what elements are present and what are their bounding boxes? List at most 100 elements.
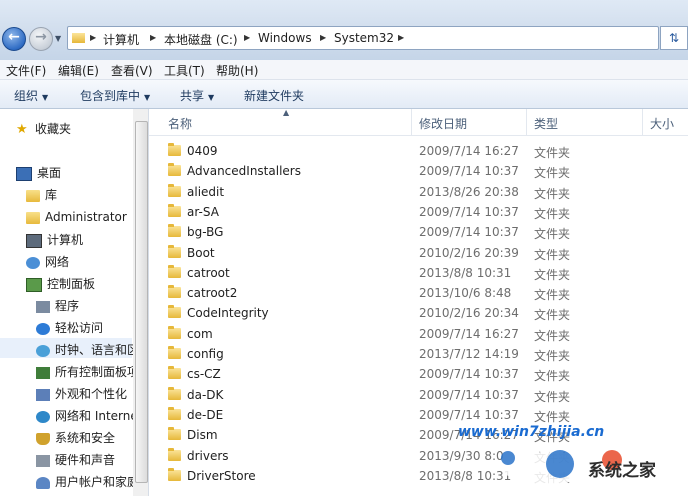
nav-hardware[interactable]: 硬件和声音 xyxy=(36,450,115,470)
nav-libraries[interactable]: 库 xyxy=(26,185,57,205)
share-button[interactable]: 共享 ▼ xyxy=(180,87,214,104)
column-divider[interactable] xyxy=(642,109,643,135)
nav-desktop[interactable]: 桌面 xyxy=(16,163,61,183)
breadcrumb-separator-icon[interactable]: ▶ xyxy=(398,33,404,42)
nav-user-accounts-label: 用户帐户和家庭 xyxy=(55,475,140,489)
folder-icon xyxy=(168,143,181,156)
include-label: 包含到库中 xyxy=(80,89,141,103)
column-date[interactable]: 修改日期 xyxy=(419,115,467,132)
nav-ease-access[interactable]: 轻松访问 xyxy=(36,318,103,338)
file-row[interactable]: de-DE 2009/7/14 10:37 文件夹 xyxy=(149,405,688,425)
file-name: config xyxy=(187,347,224,361)
nav-libraries-label: 库 xyxy=(45,188,58,202)
file-row[interactable]: 0409 2009/7/14 16:27 文件夹 xyxy=(149,141,688,161)
back-button[interactable]: ← xyxy=(2,27,26,51)
file-row[interactable]: config 2013/7/12 14:19 文件夹 xyxy=(149,344,688,364)
command-bar: 组织 ▼ 包含到库中 ▼ 共享 ▼ 新建文件夹 xyxy=(0,80,688,109)
recent-pages-dropdown-icon[interactable]: ▼ xyxy=(55,34,61,43)
column-type[interactable]: 类型 xyxy=(534,115,558,132)
file-modified-date: 2013/8/8 10:31 xyxy=(419,468,512,483)
menu-view[interactable]: 查看(V) xyxy=(111,62,153,79)
file-row[interactable]: cs-CZ 2009/7/14 10:37 文件夹 xyxy=(149,364,688,384)
file-row[interactable]: catroot2 2013/10/6 8:48 文件夹 xyxy=(149,283,688,303)
all-items-icon xyxy=(36,366,50,379)
menu-tools[interactable]: 工具(T) xyxy=(164,62,205,79)
breadcrumb-separator-icon[interactable]: ▶ xyxy=(90,33,96,42)
breadcrumb-system32[interactable]: System32 xyxy=(334,31,394,45)
file-modified-date: 2013/9/30 8:0 xyxy=(419,448,504,463)
file-name: de-DE xyxy=(187,407,224,422)
nav-appearance[interactable]: 外观和个性化 xyxy=(36,384,127,404)
nav-computer[interactable]: 计算机 xyxy=(26,230,83,250)
breadcrumb-local-disk[interactable]: 本地磁盘 (C:) xyxy=(164,31,238,48)
file-name: cs-CZ xyxy=(187,367,221,382)
nav-programs[interactable]: 程序 xyxy=(36,296,79,316)
nav-scrollbar-thumb[interactable] xyxy=(135,121,148,483)
column-divider[interactable] xyxy=(411,109,412,135)
file-row[interactable]: Boot 2010/2/16 20:39 文件夹 xyxy=(149,243,688,263)
nav-programs-label: 程序 xyxy=(55,299,80,313)
column-divider[interactable] xyxy=(526,109,527,135)
nav-security[interactable]: 系统和安全 xyxy=(36,428,115,448)
nav-user-accounts[interactable]: 用户帐户和家庭 xyxy=(36,472,139,492)
nav-administrator-label: Administrator xyxy=(45,210,127,224)
include-in-library-button[interactable]: 包含到库中 ▼ xyxy=(80,87,150,104)
menu-file[interactable]: 文件(F) xyxy=(6,62,46,79)
nav-scrollbar[interactable] xyxy=(133,109,148,496)
file-modified-date: 2009/7/14 10:37 xyxy=(419,204,519,219)
nav-hardware-label: 硬件和声音 xyxy=(55,453,116,467)
file-modified-date: 2013/7/12 14:19 xyxy=(419,347,519,361)
organize-button[interactable]: 组织 ▼ xyxy=(14,87,48,104)
file-row[interactable]: bg-BG 2009/7/14 10:37 文件夹 xyxy=(149,222,688,242)
file-type: 文件夹 xyxy=(534,146,571,160)
file-name: bg-BG xyxy=(187,225,224,240)
file-name: da-DK xyxy=(187,387,224,402)
file-row[interactable]: AdvancedInstallers 2009/7/14 10:37 文件夹 xyxy=(149,161,688,181)
menu-help[interactable]: 帮助(H) xyxy=(216,62,258,79)
nav-all-items[interactable]: 所有控制面板项 xyxy=(36,362,139,382)
folder-icon xyxy=(168,264,181,278)
desktop-icon xyxy=(16,166,32,181)
file-modified-date: 2010/2/16 20:34 xyxy=(419,306,519,321)
folder-icon xyxy=(168,427,181,441)
breadcrumb-separator-icon[interactable]: ▶ xyxy=(320,33,326,42)
folder-icon xyxy=(168,163,181,177)
column-name[interactable]: 名称 xyxy=(168,115,192,132)
breadcrumb-separator-icon[interactable]: ▶ xyxy=(150,33,156,42)
breadcrumb-separator-icon[interactable]: ▶ xyxy=(244,33,250,42)
network-icon xyxy=(26,256,40,269)
nav-administrator[interactable]: Administrator xyxy=(26,207,127,227)
file-row[interactable]: da-DK 2009/7/14 10:37 文件夹 xyxy=(149,385,688,405)
nav-control-panel[interactable]: 控制面板 xyxy=(26,274,95,294)
nav-favorites[interactable]: ★ 收藏夹 xyxy=(16,119,71,139)
file-name: Dism xyxy=(187,428,218,443)
breadcrumb-windows[interactable]: Windows xyxy=(258,31,312,45)
folder-icon xyxy=(168,305,181,319)
file-type: 文件夹 xyxy=(534,247,571,262)
nav-network[interactable]: 网络 xyxy=(26,252,69,272)
file-modified-date: 2009/7/14 10:37 xyxy=(419,164,519,179)
file-row[interactable]: ar-SA 2009/7/14 10:37 文件夹 xyxy=(149,202,688,222)
new-folder-button[interactable]: 新建文件夹 xyxy=(244,87,304,104)
users-icon xyxy=(36,476,50,489)
file-row[interactable]: catroot 2013/8/8 10:31 文件夹 xyxy=(149,263,688,283)
folder-icon xyxy=(168,406,181,420)
forward-button[interactable]: → xyxy=(29,27,53,51)
folder-icon xyxy=(168,447,181,461)
folder-icon xyxy=(168,224,181,238)
file-row[interactable]: aliedit 2013/8/26 20:38 文件夹 xyxy=(149,182,688,202)
address-box[interactable]: ▶ 计算机 ▶ 本地磁盘 (C:) ▶ Windows ▶ System32 ▶ xyxy=(67,26,659,50)
nav-network-internet[interactable]: 网络和 Interne xyxy=(36,406,138,426)
file-row[interactable]: CodeIntegrity 2010/2/16 20:34 文件夹 xyxy=(149,303,688,323)
column-size[interactable]: 大小 xyxy=(650,115,674,132)
file-modified-date: 2013/10/6 8:48 xyxy=(419,286,512,301)
menu-edit[interactable]: 编辑(E) xyxy=(58,62,99,79)
sort-ascending-icon: ▲ xyxy=(283,109,290,117)
file-type: 文件夹 xyxy=(534,308,571,323)
file-row[interactable]: com 2009/7/14 16:27 文件夹 xyxy=(149,324,688,344)
nav-clock-language[interactable]: 时钟、语言和区 xyxy=(36,340,139,360)
breadcrumb-computer[interactable]: 计算机 xyxy=(103,31,139,48)
refresh-button[interactable]: ⇅ xyxy=(660,26,688,50)
forward-arrow-icon: → xyxy=(35,29,47,45)
organize-label: 组织 xyxy=(14,89,39,103)
